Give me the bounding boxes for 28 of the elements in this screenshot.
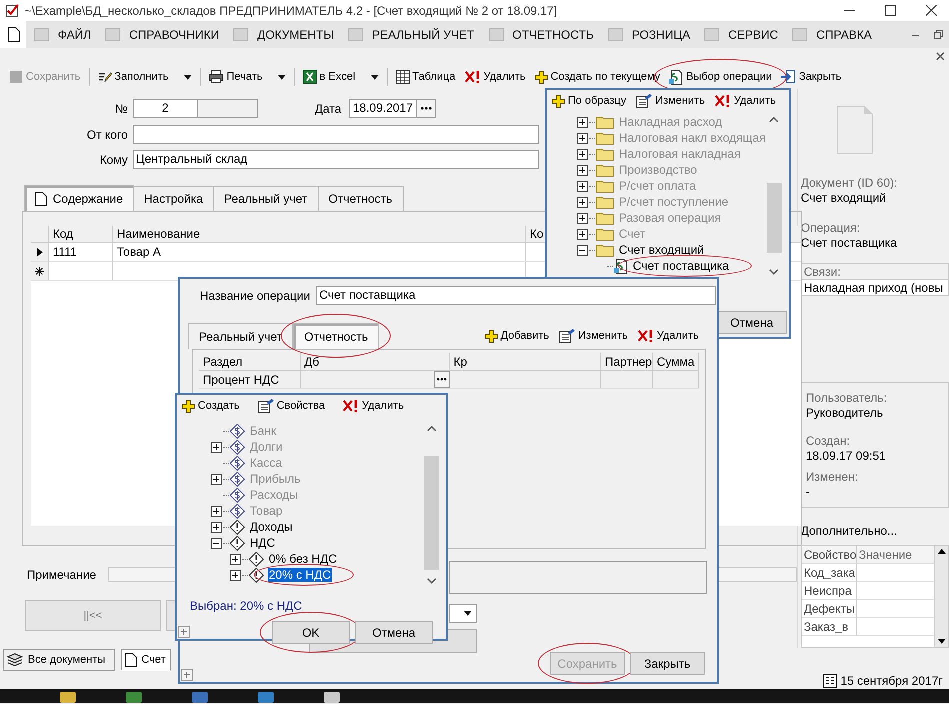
info-value: - [806,485,811,500]
info-label: Изменен: [806,470,860,486]
table-cell: Неиспра [802,582,857,600]
status-date: 15 сентября 2017г [840,674,943,688]
info-label: Операция: [801,221,862,236]
field-label: От кого [86,128,129,142]
info-value: Счет входящий [801,191,888,206]
field-label: Название операции [200,288,310,302]
table-cell: 1111 [49,243,113,261]
window-title: ~\Example\БД_несколько_складов ПРЕДПРИНИМАТЕЛЬ 4.2 - [Счет входящий № 2 от 18.09.17] [25,4,558,18]
field-label: № [114,102,129,116]
info-label: Создан: [806,434,852,450]
table-cell: Процент НДС [199,371,301,388]
info-label: Пользователь: [806,391,888,406]
table-cell: Товар А [113,243,526,261]
field-label: Кому [98,152,129,166]
field-label: Примечание [27,568,96,582]
selection-text: Выбран: 20% с НДС [190,599,304,613]
info-value: 18.09.17 09:51 [806,449,888,464]
table-cell: Дефекты [802,600,857,618]
info-label: Документ (ID 60): [801,176,899,191]
table-cell: Заказ_в [802,618,857,636]
section-label: Дополнительно... [801,524,898,540]
field-label: Дата [315,102,343,116]
info-value: Руководитель [806,406,884,422]
info-value: Счет поставщика [801,236,898,251]
links-header: Связи: [801,263,949,280]
table-cell: Код_зака [802,564,857,582]
